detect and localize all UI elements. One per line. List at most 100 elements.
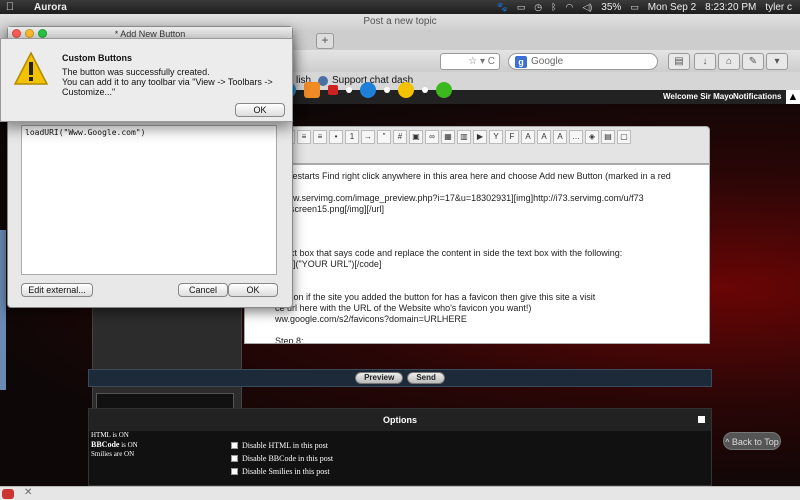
addon-button[interactable]: ✎ [742,53,764,70]
options-header: Options [89,409,711,431]
editor-line [275,270,703,281]
justify-icon[interactable]: ≡ [313,130,327,144]
image-icon[interactable]: ▣ [409,130,423,144]
apple-menu-icon[interactable]:  [0,1,20,13]
options-panel: Options HTML is ON BBCode is ON Smilies … [88,408,712,486]
menubar-date[interactable]: Mon Sep 2 [648,2,696,13]
info-icon[interactable] [360,82,376,98]
option-row[interactable]: Disable Smilies in this post [231,465,333,478]
new-tab-button[interactable]: + [316,33,334,49]
custom-buttons-alert: Custom Buttons The button was successful… [0,38,293,122]
download-button[interactable]: ↓ [694,53,716,70]
minimize-window-icon[interactable] [25,29,34,38]
alert-message-line2: You can add it to any toolbar via "View … [62,77,273,97]
color-icon[interactable]: A [537,130,551,144]
spoiler-icon[interactable]: ◈ [585,130,599,144]
addon-icon[interactable] [2,489,14,499]
quote-icon[interactable]: " [377,130,391,144]
bluetooth-icon[interactable]: ᛒ [551,2,556,12]
editor-line: ww.google.com/s2/favicons?domain=URLHERE [275,314,467,324]
link-icon[interactable]: ∞ [425,130,439,144]
option-checkbox[interactable] [231,442,238,449]
editor-line [275,281,703,292]
bookmarks-menu-button[interactable]: ▤ [668,53,690,70]
option-checkbox[interactable] [231,455,238,462]
options-status: HTML is ON BBCode is ON Smilies are ON [91,431,138,459]
status-bbcode-rest: is ON [119,441,138,449]
editor-line: favicon if the site you added the button… [275,292,596,302]
indent-icon[interactable]: → [361,130,375,144]
edit-external-button[interactable]: Edit external... [21,283,93,297]
google-icon[interactable]: g [515,55,527,68]
volume-icon[interactable]: ◁) [582,2,592,13]
dot-icon [384,87,390,93]
list-icon[interactable]: • [329,130,343,144]
editor-line: /31/screen15.png[/img][/url] [275,204,385,214]
flash-icon[interactable]: F [505,130,519,144]
editor-line: ce url here with the URL of the Website … [275,303,532,313]
alert-title: Custom Buttons [62,53,132,63]
editor-line [275,226,703,237]
options-title: Options [383,415,417,425]
editor-line [275,237,703,248]
editor-line: e text box that says code and replace th… [275,248,623,258]
source-icon[interactable]: ▢ [617,130,631,144]
rss-icon[interactable] [304,82,320,98]
admin-icon[interactable] [328,85,338,95]
close-icon[interactable]: ✕ [24,487,32,498]
collapse-icon[interactable] [698,416,705,423]
search-input[interactable]: g Google [508,53,658,70]
close-window-icon[interactable] [12,29,21,38]
home-button[interactable]: ⌂ [718,53,740,70]
airplay-icon[interactable]: ▭ [517,2,526,13]
code-icon[interactable]: # [393,130,407,144]
editor-line: URL]("YOUR URL")[/code] [275,259,382,269]
align-right-icon[interactable]: ≡ [297,130,311,144]
editor-line: //www.servimg.com/image_preview.php?i=17… [275,193,644,203]
host-image-icon[interactable]: ▥ [457,130,471,144]
code-textarea[interactable]: loadURI("Www.Google.com") [21,125,277,275]
preview-button[interactable]: Preview [355,372,404,384]
option-label: Disable Smilies in this post [242,467,330,476]
post-textarea[interactable]: fox restarts Find right click anywhere i… [244,164,710,344]
alert-ok-button[interactable]: OK [235,103,285,117]
font-icon[interactable]: A [521,130,535,144]
cancel-button[interactable]: Cancel [178,283,228,297]
paw-icon[interactable]: 🐾 [496,2,507,13]
menu-button[interactable]: ▾ [766,53,788,70]
url-bar-end[interactable]: ☆ ▾ C [440,53,500,70]
option-list: Disable HTML in this post Disable BBCode… [231,439,333,478]
alert-message: The button was successfully created. You… [62,67,287,97]
editor-line [275,215,703,226]
more-icon[interactable]: … [569,130,583,144]
zoom-window-icon[interactable] [38,29,47,38]
send-button[interactable]: Send [407,372,445,384]
option-row[interactable]: Disable HTML in this post [231,439,333,452]
checkmark-icon[interactable] [436,82,452,98]
back-to-top-button[interactable]: ^ Back to Top [723,432,781,450]
notifications-link[interactable]: Notifications [733,92,781,101]
battery-level[interactable]: 35% [601,2,621,13]
ordered-list-icon[interactable]: 1 [345,130,359,144]
submit-bar: Preview Send [88,369,712,387]
size-icon[interactable]: A [553,130,567,144]
timemachine-icon[interactable]: ◷ [534,2,542,13]
option-checkbox[interactable] [231,468,238,475]
up-arrow-icon[interactable]: ▲ [786,90,800,104]
paste-icon[interactable]: ▤ [601,130,615,144]
app-name-menu[interactable]: Aurora [34,2,67,13]
video-icon[interactable]: ▶ [473,130,487,144]
youtube-icon[interactable]: Y [489,130,503,144]
wifi-icon[interactable]: ◠ [565,2,573,13]
menubar-time[interactable]: 8:23:20 PM [705,2,756,13]
editor-line [275,182,703,193]
sidebar-edge [0,230,6,390]
welcome-link[interactable]: Welcome Sir Mayo [663,92,734,101]
menubar-user[interactable]: tyler c [765,2,792,13]
table-icon[interactable]: ▦ [441,130,455,144]
lightbulb-icon[interactable] [398,82,414,98]
alert-message-line1: The button was successfully created. [62,67,210,77]
option-row[interactable]: Disable BBCode in this post [231,452,333,465]
status-html: HTML is ON [91,431,129,439]
ok-button[interactable]: OK [228,283,278,297]
